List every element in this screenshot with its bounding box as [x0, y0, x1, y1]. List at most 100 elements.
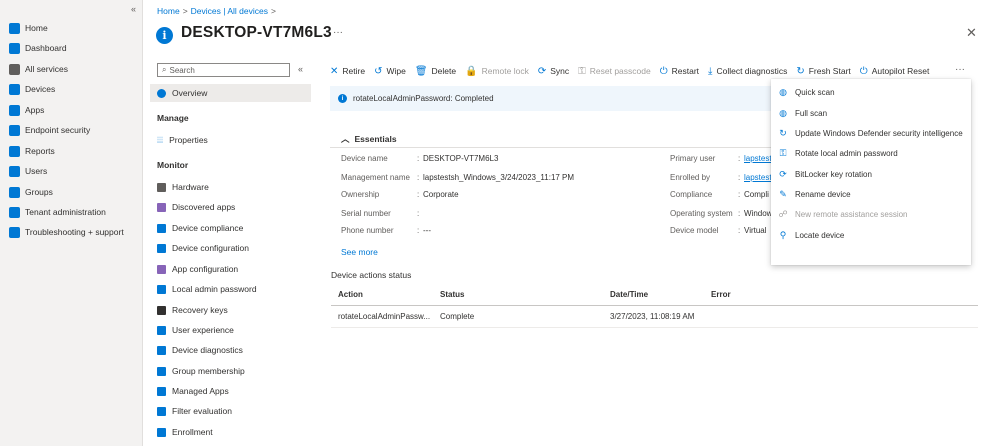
divider: [330, 147, 771, 148]
collect-diagnostics-icon: ⤓: [708, 65, 713, 77]
reset-passcode-icon: ⚿: [578, 65, 586, 77]
hardware-icon: [157, 182, 166, 192]
menu-item-device-diagnostics[interactable]: Device diagnostics: [157, 343, 243, 357]
menu-item-recovery-keys[interactable]: Recovery keys: [157, 303, 228, 317]
menu-item-label: New remote assistance session: [795, 209, 908, 219]
more-actions-menu: ◍ Quick scan ◍ Full scan ↻ Update Windows Def…: [771, 79, 971, 265]
menu-item-full-scan[interactable]: ◍ Full scan: [778, 106, 827, 120]
search-input[interactable]: ⌕ Search: [157, 63, 290, 77]
delete-icon: 🗑: [414, 65, 428, 77]
column-header-action[interactable]: Action: [338, 290, 363, 299]
nav-item-groups[interactable]: Groups: [9, 185, 53, 199]
nav-item-apps[interactable]: Apps: [9, 103, 44, 117]
menu-item-quick-scan[interactable]: ◍ Quick scan: [778, 85, 835, 99]
nav-item-dashboard[interactable]: Dashboard: [9, 41, 67, 55]
menu-item-label: Update Windows Defender security intelli…: [795, 128, 963, 138]
menu-item-local-admin-password[interactable]: Local admin password: [157, 282, 257, 296]
nav-item-tenant-administration[interactable]: Tenant administration: [9, 205, 106, 219]
see-more-link[interactable]: See more: [341, 247, 378, 257]
menu-item-label: Overview: [172, 88, 208, 98]
menu-item-managed-apps[interactable]: Managed Apps: [157, 384, 229, 398]
menu-item-group-membership[interactable]: Group membership: [157, 364, 245, 378]
menu-item-device-configuration[interactable]: Device configuration: [157, 241, 249, 255]
collapse-menu-button[interactable]: «: [298, 64, 303, 74]
fresh-start-button[interactable]: ↻ Fresh Start: [796, 66, 850, 77]
menu-item-discovered-apps[interactable]: Discovered apps: [157, 200, 235, 214]
reset-passcode-button[interactable]: ⚿ Reset passcode: [578, 66, 651, 77]
property-link[interactable]: lapstest: [744, 154, 772, 163]
managed-apps-icon: [157, 386, 166, 396]
collapse-nav-button[interactable]: «: [131, 4, 136, 14]
retire-button[interactable]: ✕ Retire: [330, 66, 365, 77]
menu-item-properties[interactable]: ⦙⦙⦙ Properties: [157, 133, 208, 147]
menu-item-new-remote-assistance-session[interactable]: ☍ New remote assistance session: [778, 207, 908, 221]
autopilot-reset-button[interactable]: ⏻ Autopilot Reset: [860, 66, 930, 77]
menu-item-enrollment[interactable]: Enrollment: [157, 425, 213, 439]
devices-icon: [9, 83, 20, 95]
nav-item-endpoint-security[interactable]: Endpoint security: [9, 123, 90, 137]
menu-item-overview[interactable]: Overview: [150, 84, 311, 102]
info-icon: i: [156, 27, 173, 44]
info-icon: i: [338, 94, 347, 103]
button-label: Fresh Start: [808, 66, 851, 76]
device-diagnostics-icon: [157, 345, 166, 355]
restart-button[interactable]: ⏻ Restart: [660, 66, 699, 77]
recovery-keys-icon: [157, 305, 166, 315]
menu-item-hardware[interactable]: Hardware: [157, 180, 209, 194]
divider: [331, 327, 978, 328]
button-label: Reset passcode: [589, 66, 651, 76]
menu-item-device-compliance[interactable]: Device compliance: [157, 221, 243, 235]
menu-item-bitlocker-key-rotation[interactable]: ⟳ BitLocker key rotation: [778, 167, 872, 181]
column-header-datetime[interactable]: Date/Time: [610, 290, 648, 299]
breadcrumb-home-link[interactable]: Home: [157, 6, 180, 16]
property-colon: :: [417, 226, 420, 235]
nav-item-users[interactable]: Users: [9, 164, 47, 178]
nav-item-home[interactable]: Home: [9, 21, 48, 35]
column-header-status[interactable]: Status: [440, 290, 464, 299]
delete-button[interactable]: 🗑 Delete: [415, 66, 456, 77]
column-header-error[interactable]: Error: [711, 290, 731, 299]
menu-item-label: App configuration: [172, 264, 239, 274]
nav-item-troubleshooting-support[interactable]: Troubleshooting + support: [9, 225, 124, 239]
toolbar-more-button[interactable]: ···: [955, 64, 965, 75]
menu-item-locate-device[interactable]: ⚲ Locate device: [778, 228, 845, 242]
menu-item-label: Filter evaluation: [172, 406, 233, 416]
button-label: Wipe: [386, 66, 406, 76]
title-more-button[interactable]: ···: [333, 27, 343, 38]
menu-item-label: Locate device: [795, 230, 845, 240]
button-label: Retire: [342, 66, 366, 76]
property-label: Device model: [670, 226, 719, 235]
nav-item-label: All services: [25, 64, 68, 74]
menu-item-update-windows-defender-security-intelligence[interactable]: ↻ Update Windows Defender security intell…: [778, 126, 963, 140]
menu-item-rename-device[interactable]: ✎ Rename device: [778, 187, 850, 201]
menu-item-rotate-local-admin-password[interactable]: ⚿ Rotate local admin password: [778, 146, 898, 160]
nav-item-reports[interactable]: Reports: [9, 144, 55, 158]
menu-item-label: Recovery keys: [172, 305, 228, 315]
essentials-toggle[interactable]: ︿ Essentials: [341, 133, 397, 145]
property-colon: :: [738, 154, 741, 163]
breadcrumb-devices-link[interactable]: Devices | All devices: [191, 6, 268, 16]
nav-item-label: Endpoint security: [25, 125, 91, 135]
sync-button[interactable]: ⟳ Sync: [538, 66, 569, 77]
remote-lock-button[interactable]: 🔒 Remote lock: [465, 66, 529, 77]
app-configuration-icon: [157, 264, 166, 274]
apps-icon: [9, 104, 20, 116]
property-link[interactable]: lapstest: [744, 173, 772, 182]
menu-item-app-configuration[interactable]: App configuration: [157, 262, 238, 276]
wipe-button[interactable]: ↺ Wipe: [374, 66, 406, 77]
bitlocker-rotation-icon: ⟳: [779, 168, 787, 179]
nav-item-all-services[interactable]: All services: [9, 62, 68, 76]
property-colon: :: [417, 154, 420, 163]
remote-lock-icon: 🔒: [465, 65, 478, 77]
close-icon[interactable]: ✕: [966, 25, 977, 41]
nav-item-devices[interactable]: Devices: [9, 82, 55, 96]
property-label: Phone number: [341, 226, 394, 235]
device-compliance-icon: [157, 223, 166, 233]
menu-item-filter-evaluation[interactable]: Filter evaluation: [157, 404, 232, 418]
button-label: Autopilot Reset: [871, 66, 930, 76]
collect-diagnostics-button[interactable]: ⤓ Collect diagnostics: [708, 66, 787, 77]
menu-item-user-experience[interactable]: User experience: [157, 323, 234, 337]
filter-evaluation-icon: [157, 406, 166, 416]
breadcrumb-separator: >: [270, 6, 276, 16]
chevron-up-icon: ︿: [341, 134, 350, 144]
